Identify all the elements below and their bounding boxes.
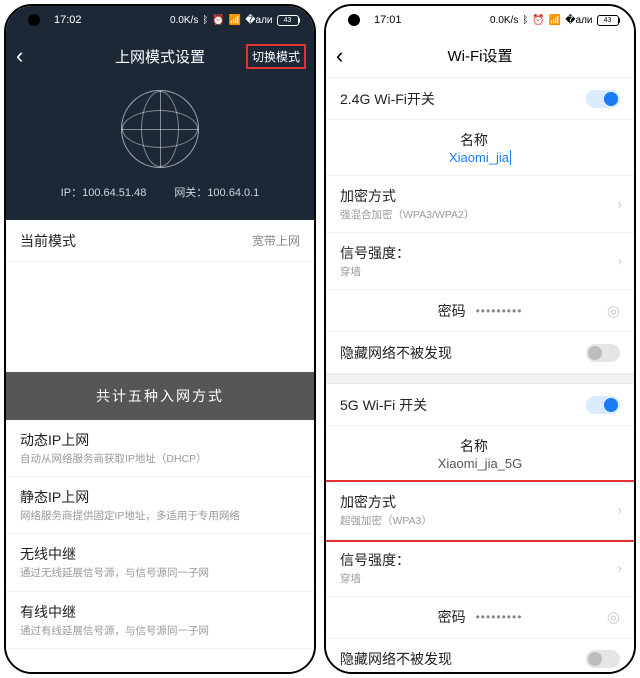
header: ‹ Wi-Fi设置 [326, 34, 634, 78]
net-speed: 0.0K/s [490, 15, 518, 26]
wifi-5-name-row[interactable]: 名称 Xiaomi_jia_5G [326, 426, 634, 482]
chevron-right-icon: › [618, 560, 622, 575]
bluetooth-icon: ᛒ [202, 15, 208, 26]
wifi-icon: �али [245, 15, 272, 26]
gateway-label: 网关：100.64.0.1 [174, 184, 259, 200]
status-right: 0.0K/s ᛒ ⏰ 📶 �али 43 [170, 15, 300, 26]
wifi-5-hide-row[interactable]: 隐藏网络不被发现 [326, 639, 634, 672]
status-bar: 17:01 0.0K/s ᛒ ⏰ 📶 �али 43 [326, 6, 634, 34]
status-right: 0.0K/s ᛒ ⏰ 📶 �али 43 [490, 15, 620, 26]
signal-icon: 📶 [549, 15, 561, 26]
chevron-right-icon: › [618, 503, 622, 518]
eye-icon[interactable]: ◎ [607, 608, 620, 626]
network-summary: IP：100.64.51.48 网关：100.64.0.1 [6, 78, 314, 220]
header: ‹ 上网模式设置 切换模式 [6, 34, 314, 78]
ip-label: IP：100.64.51.48 [61, 184, 147, 200]
switch-on[interactable] [586, 396, 620, 414]
status-time: 17:01 [374, 14, 402, 26]
switch-off[interactable] [586, 344, 620, 362]
current-mode-label: 当前模式 [20, 231, 76, 251]
wifi-5-pwd-value: ••••••••• [476, 610, 523, 624]
wifi-24-pwd-value: ••••••••• [476, 304, 523, 318]
wifi-24-hide-row[interactable]: 隐藏网络不被发现 [326, 332, 634, 374]
wifi-24-signal-row[interactable]: 信号强度： 穿墙 › [326, 233, 634, 290]
eye-icon[interactable]: ◎ [607, 302, 620, 320]
wifi-5-switch-row[interactable]: 5G Wi-Fi 开关 [326, 384, 634, 426]
back-icon[interactable]: ‹ [336, 45, 343, 67]
bluetooth-icon: ᛒ [522, 15, 528, 26]
mode-wired-repeat[interactable]: 有线中继 通过有线延展信号源，与信号源同一子网 [6, 592, 314, 649]
wifi-5-signal-row[interactable]: 信号强度： 穿墙 › [326, 540, 634, 597]
chevron-right-icon: › [618, 254, 622, 269]
status-bar: 17:02 0.0K/s ᛒ ⏰ 📶 �али 43 [6, 6, 314, 34]
wifi-24-enc-row[interactable]: 加密方式 强混合加密（WPA3/WPA2） › [326, 176, 634, 233]
wifi-24-switch-row[interactable]: 2.4G Wi-Fi开关 [326, 78, 634, 120]
current-mode-row[interactable]: 当前模式 宽带上网 [6, 220, 314, 262]
camera-hole [28, 14, 40, 26]
wifi-5-enc-row[interactable]: 加密方式 超强加密（WPA3） › [326, 482, 634, 539]
mode-wireless-repeat[interactable]: 无线中继 通过无线延展信号源，与信号源同一子网 [6, 534, 314, 591]
content: 当前模式 宽带上网 共计五种入网方式 动态IP上网 自动从网络服务商获取IP地址… [6, 220, 314, 672]
alarm-icon: ⏰ [212, 15, 224, 26]
alarm-icon: ⏰ [532, 15, 544, 26]
current-mode-value: 宽带上网 [252, 232, 300, 249]
spacer [6, 262, 314, 372]
net-speed: 0.0K/s [170, 15, 198, 26]
phone-right: 17:01 0.0K/s ᛒ ⏰ 📶 �али 43 ‹ Wi-Fi设置 2.4… [324, 4, 636, 674]
chevron-right-icon: › [618, 197, 622, 212]
camera-hole [348, 14, 360, 26]
wifi-5-pwd-row[interactable]: 密码 ••••••••• ◎ [326, 597, 634, 639]
mode-static[interactable]: 静态IP上网 网络服务商提供固定IP地址，多适用于专用网络 [6, 477, 314, 534]
switch-mode-button[interactable]: 切换模式 [248, 46, 304, 67]
content: 2.4G Wi-Fi开关 名称 Xiaomi_jia 加密方式 强混合加密（WP… [326, 78, 634, 672]
status-time: 17:02 [54, 14, 82, 26]
globe-icon [121, 90, 199, 168]
wifi-icon: �али [565, 15, 592, 26]
mode-dhcp[interactable]: 动态IP上网 自动从网络服务商获取IP地址（DHCP） [6, 420, 314, 477]
wifi-24-name-input[interactable]: Xiaomi_jia [449, 150, 511, 165]
signal-icon: 📶 [229, 15, 241, 26]
switch-on[interactable] [586, 90, 620, 108]
wifi-5-name-input[interactable]: Xiaomi_jia_5G [438, 456, 523, 471]
divider [326, 374, 634, 384]
back-icon[interactable]: ‹ [16, 45, 23, 67]
wifi-24-pwd-row[interactable]: 密码 ••••••••• ◎ [326, 290, 634, 332]
page-title: Wi-Fi设置 [326, 45, 634, 66]
wifi-24-name-row[interactable]: 名称 Xiaomi_jia [326, 120, 634, 176]
section-header: 共计五种入网方式 [6, 372, 314, 420]
phone-left: 17:02 0.0K/s ᛒ ⏰ 📶 �али 43 ‹ 上网模式设置 切换模式… [4, 4, 316, 674]
switch-off[interactable] [586, 650, 620, 668]
battery-icon: 43 [597, 15, 621, 26]
battery-icon: 43 [277, 15, 301, 26]
